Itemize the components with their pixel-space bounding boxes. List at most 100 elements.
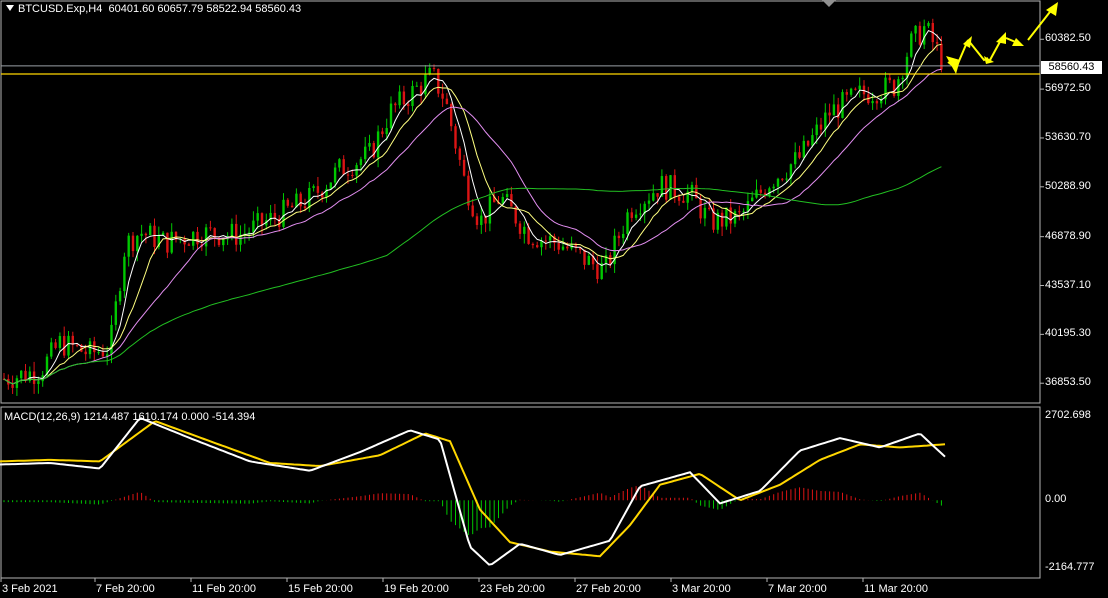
candle-body — [914, 25, 917, 34]
candle-body — [854, 88, 857, 90]
candle-body — [708, 207, 711, 209]
candle-body — [127, 235, 130, 257]
candle-body — [58, 336, 62, 348]
candle-body — [441, 93, 444, 99]
candle-body — [290, 205, 294, 208]
dropdown-triangle-icon[interactable] — [6, 5, 14, 11]
candle-body — [862, 85, 866, 95]
forecast-arrowhead — [946, 56, 960, 74]
candle-body — [673, 175, 676, 197]
candle-body — [523, 226, 526, 234]
macd-tick-label: -2164.777 — [1045, 560, 1095, 573]
candle-body — [622, 233, 625, 239]
candle-body — [394, 103, 397, 106]
price-tick-label: 60382.50 — [1045, 32, 1091, 45]
chart-shift-marker — [822, 0, 836, 7]
forecast-arrowhead — [996, 32, 1006, 44]
candle-body — [407, 104, 410, 107]
price-tick-label: 40195.30 — [1045, 327, 1091, 340]
candle-body — [415, 85, 418, 87]
candle-body — [647, 200, 651, 204]
macd-header: MACD(12,26,9) 1214.487 1610.174 0.000 -5… — [4, 411, 256, 423]
candle-body — [338, 159, 341, 168]
candle-body — [385, 128, 388, 135]
candle-body — [738, 211, 741, 213]
candle-body — [617, 235, 621, 239]
candle-body — [566, 246, 569, 249]
candle-body — [703, 207, 707, 219]
candle-body — [187, 244, 191, 246]
candle-body — [260, 213, 264, 226]
candle-body — [424, 74, 427, 95]
candle-body — [75, 344, 79, 346]
candle-body — [815, 124, 818, 136]
candle-body — [196, 231, 199, 245]
time-tick-label: 7 Feb 20:00 — [96, 583, 155, 595]
candle-body — [776, 178, 780, 187]
candle-body — [910, 33, 913, 57]
candle-body — [37, 381, 40, 384]
candle-body — [329, 182, 332, 189]
candle-body — [828, 112, 831, 116]
candle-body — [209, 227, 212, 229]
candle-body — [282, 199, 285, 227]
candle-body — [256, 213, 259, 221]
time-tick-label: 3 Feb 2021 — [2, 583, 58, 595]
candle-body — [811, 135, 814, 146]
time-tick-label: 23 Feb 20:00 — [480, 583, 545, 595]
candle-body — [901, 77, 904, 80]
candle-body — [781, 178, 784, 180]
candle-body — [802, 140, 805, 158]
candle-body — [204, 227, 208, 247]
candle-body — [230, 223, 234, 237]
candle-body — [303, 206, 307, 209]
candle-body — [544, 240, 547, 242]
candle-body — [665, 176, 668, 200]
candle-body — [849, 88, 853, 95]
candle-body — [888, 77, 891, 81]
candle-body — [286, 199, 289, 206]
candle-body — [871, 101, 874, 104]
candle-body — [518, 223, 522, 234]
candle-body — [123, 256, 126, 292]
candle-body — [630, 212, 633, 218]
candle-body — [402, 91, 406, 105]
candle-body — [824, 112, 827, 130]
candle-body — [454, 126, 457, 149]
ma-slow-line — [3, 68, 942, 385]
candle-body — [346, 174, 350, 176]
candle-body — [596, 264, 599, 279]
candle-body — [110, 324, 113, 355]
candle-body — [364, 146, 367, 160]
candle-body — [222, 239, 225, 246]
time-tick-label: 11 Mar 20:00 — [864, 583, 929, 595]
candle-body — [471, 205, 474, 217]
price-tick-label: 43537.10 — [1045, 278, 1091, 291]
candle-body — [458, 148, 461, 160]
candle-body — [114, 301, 117, 325]
candle-body — [252, 220, 255, 233]
candle-body — [935, 42, 939, 44]
candle-body — [50, 342, 53, 357]
candle-body — [634, 214, 638, 218]
candle-body — [170, 231, 173, 253]
candle-body — [806, 140, 810, 146]
candle-body — [312, 186, 315, 188]
candle-body — [548, 236, 552, 241]
candle-body — [557, 242, 560, 250]
candle-body — [905, 56, 909, 78]
candle-body — [84, 351, 87, 355]
candle-body — [480, 215, 483, 225]
candle-body — [462, 159, 466, 176]
symbol-label: BTCUSD.Exp,H4 — [18, 3, 103, 15]
macd-tick-label: 2702.698 — [1045, 409, 1091, 422]
candle-body — [437, 68, 440, 94]
candle-body — [742, 211, 745, 213]
price-tick-label: 46878.90 — [1045, 229, 1091, 242]
time-tick-label: 7 Mar 20:00 — [768, 583, 827, 595]
candle-body — [755, 189, 758, 198]
chart-canvas[interactable] — [0, 0, 1108, 598]
candle-body — [858, 85, 861, 90]
candle-body — [536, 245, 539, 248]
candle-body — [235, 223, 238, 245]
